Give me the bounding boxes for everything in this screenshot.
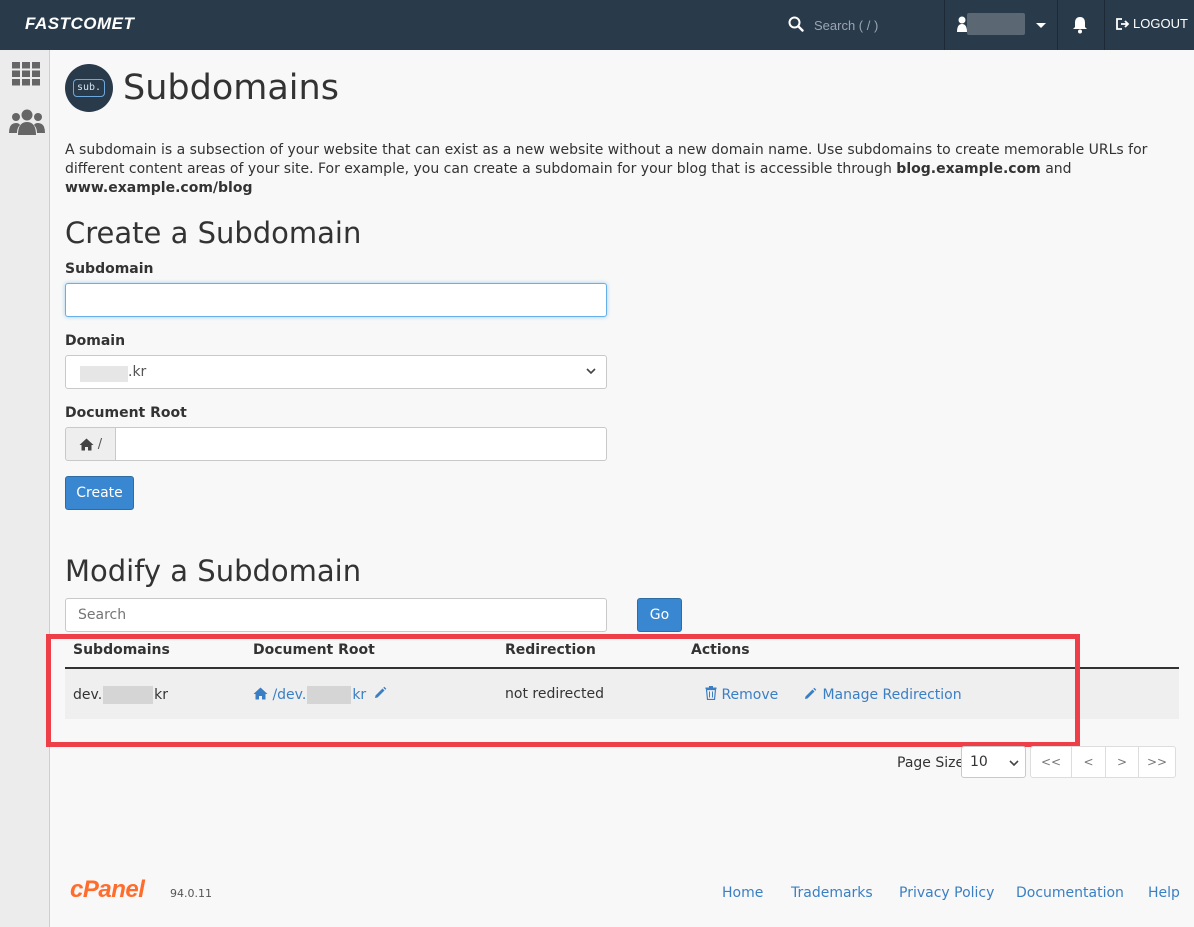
pencil-edit-icon[interactable] bbox=[373, 686, 387, 700]
navbar-divider bbox=[1104, 0, 1105, 50]
document-root-input[interactable] bbox=[115, 427, 607, 461]
global-search[interactable] bbox=[788, 14, 938, 36]
footer-link-privacy-policy[interactable]: Privacy Policy bbox=[899, 885, 994, 901]
domain-label: Domain bbox=[65, 333, 126, 349]
trash-icon bbox=[705, 686, 717, 701]
column-header-subdomains[interactable]: Subdomains bbox=[73, 642, 170, 658]
username-redacted bbox=[967, 13, 1025, 35]
search-icon bbox=[788, 16, 804, 32]
cpanel-logo[interactable]: cPanel bbox=[70, 876, 145, 904]
document-root-cell[interactable]: /dev. kr bbox=[253, 686, 387, 704]
footer-link-trademarks[interactable]: Trademarks bbox=[791, 885, 873, 901]
user-icon bbox=[957, 16, 967, 32]
apps-grid-icon[interactable] bbox=[11, 61, 41, 87]
create-button[interactable]: Create bbox=[65, 476, 134, 510]
manage-redirection-action[interactable]: Manage Redirection bbox=[804, 686, 962, 703]
column-header-actions: Actions bbox=[691, 642, 750, 658]
column-header-redirection[interactable]: Redirection bbox=[505, 642, 596, 658]
pagination: << < > >> bbox=[1030, 746, 1176, 778]
domain-select[interactable]: .kr bbox=[65, 355, 607, 389]
page-description: A subdomain is a subsection of your webs… bbox=[65, 142, 1148, 196]
page-title: Subdomains bbox=[123, 68, 339, 108]
modify-section-heading: Modify a Subdomain bbox=[65, 554, 362, 588]
footer-link-home[interactable]: Home bbox=[722, 885, 763, 901]
next-page-button[interactable]: > bbox=[1105, 746, 1139, 778]
document-root-prefix: / bbox=[65, 427, 116, 461]
users-group-icon[interactable] bbox=[9, 108, 45, 136]
chevron-down-icon bbox=[1009, 760, 1019, 767]
column-header-document-root[interactable]: Document Root bbox=[253, 642, 375, 658]
remove-link[interactable]: Remove bbox=[721, 687, 778, 703]
brand-logo[interactable]: FASTCOMET bbox=[25, 14, 134, 34]
left-sidebar bbox=[0, 50, 50, 927]
logout-button[interactable]: LOGOUT bbox=[1116, 16, 1188, 31]
home-icon bbox=[253, 687, 268, 700]
page-size-select[interactable]: 10 bbox=[961, 746, 1026, 778]
chevron-down-icon bbox=[586, 368, 596, 375]
domain-select-value: .kr bbox=[128, 364, 147, 380]
global-search-input[interactable] bbox=[814, 14, 934, 36]
logout-label: LOGOUT bbox=[1133, 16, 1188, 31]
notifications-bell-icon[interactable] bbox=[1070, 15, 1090, 35]
footer-link-documentation[interactable]: Documentation bbox=[1016, 885, 1124, 901]
last-page-button[interactable]: >> bbox=[1138, 746, 1176, 778]
subdomains-app-icon: sub. bbox=[65, 64, 113, 112]
footer-link-help[interactable]: Help bbox=[1148, 885, 1180, 901]
pencil-icon bbox=[805, 687, 817, 699]
page-size-label: Page Size bbox=[897, 755, 965, 771]
table-row bbox=[65, 669, 1179, 719]
home-icon bbox=[79, 438, 94, 450]
remove-action[interactable]: Remove bbox=[705, 686, 778, 703]
logout-icon bbox=[1116, 17, 1130, 30]
previous-page-button[interactable]: < bbox=[1071, 746, 1106, 778]
redirection-cell: not redirected bbox=[505, 686, 604, 702]
redacted-text bbox=[307, 686, 352, 704]
subdomain-cell: dev. kr bbox=[73, 686, 169, 704]
navbar-divider bbox=[1057, 0, 1058, 50]
subdomain-input[interactable] bbox=[65, 283, 607, 317]
redacted-text bbox=[103, 686, 154, 704]
create-section-heading: Create a Subdomain bbox=[65, 216, 362, 250]
go-button[interactable]: Go bbox=[637, 598, 682, 632]
cpanel-version: 94.0.11 bbox=[170, 887, 212, 900]
subdomain-search-input[interactable] bbox=[65, 598, 607, 632]
top-navbar: FASTCOMET LOGOUT bbox=[0, 0, 1194, 50]
subdomain-label: Subdomain bbox=[65, 261, 154, 277]
manage-redirection-link[interactable]: Manage Redirection bbox=[822, 687, 961, 703]
user-menu[interactable] bbox=[945, 0, 1057, 50]
first-page-button[interactable]: << bbox=[1030, 746, 1072, 778]
document-root-label: Document Root bbox=[65, 405, 187, 421]
document-root-link[interactable]: /dev. bbox=[272, 687, 306, 703]
domain-name-redacted bbox=[80, 366, 128, 382]
chevron-down-icon bbox=[1036, 23, 1046, 28]
